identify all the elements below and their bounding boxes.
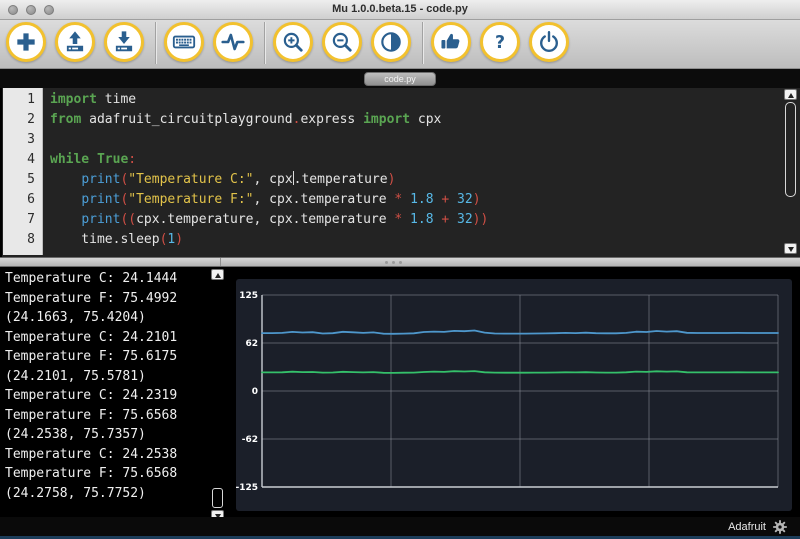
console-line: Temperature F: 75.4992: [5, 289, 228, 309]
line-number: 3: [3, 130, 35, 150]
power-icon: [536, 29, 562, 55]
line-number: 8: [3, 230, 35, 250]
toolbar-separator: [155, 22, 156, 64]
status-bar: Adafruit: [0, 517, 800, 536]
code-line[interactable]: while True:: [50, 150, 780, 170]
editor-scroll-down-button[interactable]: [784, 243, 797, 254]
line-number-gutter: 12345678: [3, 88, 43, 255]
contrast-icon: [378, 29, 404, 55]
mode-label[interactable]: Adafruit: [728, 521, 766, 533]
code-line[interactable]: print("Temperature F:", cpx.temperature …: [50, 190, 780, 210]
code-line[interactable]: time.sleep(1): [50, 230, 780, 250]
console-line: Temperature C: 24.1444: [5, 269, 228, 289]
question-icon: ?: [487, 29, 513, 55]
window-title: Mu 1.0.0.beta.15 - code.py: [0, 3, 800, 15]
line-number: 4: [3, 150, 35, 170]
plotter-button[interactable]: [213, 22, 253, 62]
line-number: 5: [3, 170, 35, 190]
serial-console[interactable]: Temperature C: 24.1444Temperature F: 75.…: [0, 267, 228, 517]
zoom-out-button[interactable]: [322, 22, 362, 62]
bottom-panes: Temperature C: 24.1444Temperature F: 75.…: [0, 267, 800, 517]
code-text[interactable]: import timefrom adafruit_circuitplaygrou…: [50, 90, 780, 250]
y-axis-tick-label: 62: [245, 339, 258, 349]
console-line: (24.2758, 75.7752): [5, 484, 228, 504]
gear-icon[interactable]: [772, 519, 788, 535]
download-icon: [111, 29, 137, 55]
console-scroll-down-button[interactable]: [211, 510, 224, 517]
code-line[interactable]: print((cpx.temperature, cpx.temperature …: [50, 210, 780, 230]
line-number: 1: [3, 90, 35, 110]
svg-text:?: ?: [495, 33, 505, 53]
console-line: Temperature C: 24.2319: [5, 386, 228, 406]
line-number: 6: [3, 190, 35, 210]
zoom-out-icon: [329, 29, 355, 55]
toolbar-separator: [264, 22, 265, 64]
console-line: Temperature F: 75.6568: [5, 406, 228, 426]
console-scroll-up-button[interactable]: [211, 269, 224, 280]
zoom-in-icon: [280, 29, 306, 55]
code-editor[interactable]: 12345678 import timefrom adafruit_circui…: [0, 88, 800, 257]
quit-button[interactable]: [529, 22, 569, 62]
toolbar-separator: [422, 22, 423, 64]
y-axis-tick-label: 125: [239, 291, 258, 301]
line-number: 7: [3, 210, 35, 230]
thumbs-up-icon: [438, 29, 464, 55]
console-line: Temperature F: 75.6568: [5, 464, 228, 484]
toolbar: ?: [0, 20, 800, 69]
code-line[interactable]: from adafruit_circuitplayground.express …: [50, 110, 780, 130]
theme-button[interactable]: [371, 22, 411, 62]
pane-splitter[interactable]: [0, 257, 800, 267]
zoom-in-button[interactable]: [273, 22, 313, 62]
save-button[interactable]: [104, 22, 144, 62]
splitter-seam: [220, 258, 221, 266]
code-line[interactable]: [50, 130, 780, 150]
tab-code-py[interactable]: code.py: [364, 72, 436, 86]
plotter-chart: 125 62 0 -62 -125: [236, 279, 792, 511]
editor-scroll-up-button[interactable]: [784, 89, 797, 100]
waveform-icon: [220, 29, 246, 55]
check-button[interactable]: [431, 22, 471, 62]
plotter-pane: 125 62 0 -62 -125: [228, 267, 800, 517]
console-line: Temperature C: 24.2538: [5, 445, 228, 465]
console-line: (24.1663, 75.4204): [5, 308, 228, 328]
title-bar: Mu 1.0.0.beta.15 - code.py: [0, 0, 800, 20]
load-button[interactable]: [55, 22, 95, 62]
line-number: 2: [3, 110, 35, 130]
console-line: Temperature C: 24.2101: [5, 328, 228, 348]
code-line[interactable]: print("Temperature C:", cpx.temperature): [50, 170, 780, 190]
console-line: (24.2538, 75.7357): [5, 425, 228, 445]
help-button[interactable]: ?: [480, 22, 520, 62]
serial-button[interactable]: [164, 22, 204, 62]
y-axis-tick-label: -125: [236, 483, 258, 493]
keyboard-icon: [171, 29, 197, 55]
plus-icon: [13, 29, 39, 55]
console-scrollbar-thumb[interactable]: [212, 488, 223, 508]
temperature-plot: 125 62 0 -62 -125: [236, 279, 792, 511]
console-line: (24.2101, 75.5781): [5, 367, 228, 387]
y-axis-tick-label: 0: [252, 387, 258, 397]
upload-icon: [62, 29, 88, 55]
console-line: Temperature F: 75.6175: [5, 347, 228, 367]
mu-editor-window: Mu 1.0.0.beta.15 - code.py ? code.py 123…: [0, 0, 800, 539]
new-button[interactable]: [6, 22, 46, 62]
tab-label: code.py: [384, 74, 416, 84]
code-line[interactable]: import time: [50, 90, 780, 110]
editor-scrollbar-thumb[interactable]: [785, 102, 796, 197]
tab-bar: code.py: [0, 69, 800, 88]
y-axis-tick-label: -62: [242, 435, 258, 445]
splitter-grip-icon: [385, 261, 402, 264]
